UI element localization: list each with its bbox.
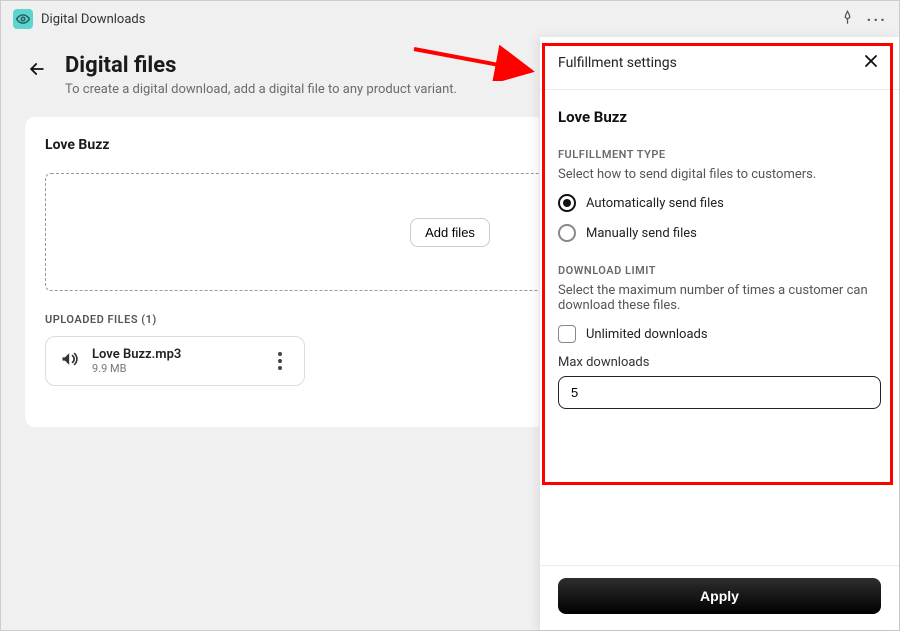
app-title: Digital Downloads <box>41 12 145 27</box>
page-title: Digital files <box>65 53 457 78</box>
file-more-button[interactable] <box>270 352 290 370</box>
back-button[interactable] <box>25 57 49 81</box>
file-size: 9.9 MB <box>92 362 181 375</box>
max-downloads-input[interactable] <box>558 376 881 409</box>
apply-button[interactable]: Apply <box>558 578 881 614</box>
audio-icon <box>60 349 80 373</box>
max-downloads-label: Max downloads <box>558 355 881 370</box>
app-icon <box>13 9 33 29</box>
download-limit-description: Select the maximum number of times a cus… <box>558 283 881 313</box>
overflow-icon[interactable]: ··· <box>867 10 887 29</box>
uploaded-file-row[interactable]: Love Buzz.mp3 9.9 MB <box>45 336 305 386</box>
panel-title: Fulfillment settings <box>558 55 677 71</box>
radio-auto-send-label: Automatically send files <box>586 196 724 211</box>
close-button[interactable] <box>861 51 881 75</box>
download-limit-label: DOWNLOAD LIMIT <box>558 264 881 277</box>
checkbox-unlimited-label: Unlimited downloads <box>586 327 708 342</box>
panel-product-title: Love Buzz <box>558 108 881 126</box>
fulfillment-type-description: Select how to send digital files to cust… <box>558 167 881 182</box>
page-subtitle: To create a digital download, add a digi… <box>65 82 457 97</box>
pin-icon[interactable] <box>840 10 855 29</box>
add-files-button[interactable]: Add files <box>410 218 490 247</box>
file-name: Love Buzz.mp3 <box>92 347 181 362</box>
fulfillment-panel: Fulfillment settings Love Buzz FULFILLME… <box>539 37 899 630</box>
radio-manual-send[interactable]: Manually send files <box>558 224 881 242</box>
fulfillment-type-label: FULFILLMENT TYPE <box>558 148 881 161</box>
checkbox-unlimited[interactable]: Unlimited downloads <box>558 325 881 343</box>
radio-manual-send-label: Manually send files <box>586 226 697 241</box>
radio-auto-send[interactable]: Automatically send files <box>558 194 881 212</box>
app-top-bar: Digital Downloads ··· <box>1 1 899 37</box>
